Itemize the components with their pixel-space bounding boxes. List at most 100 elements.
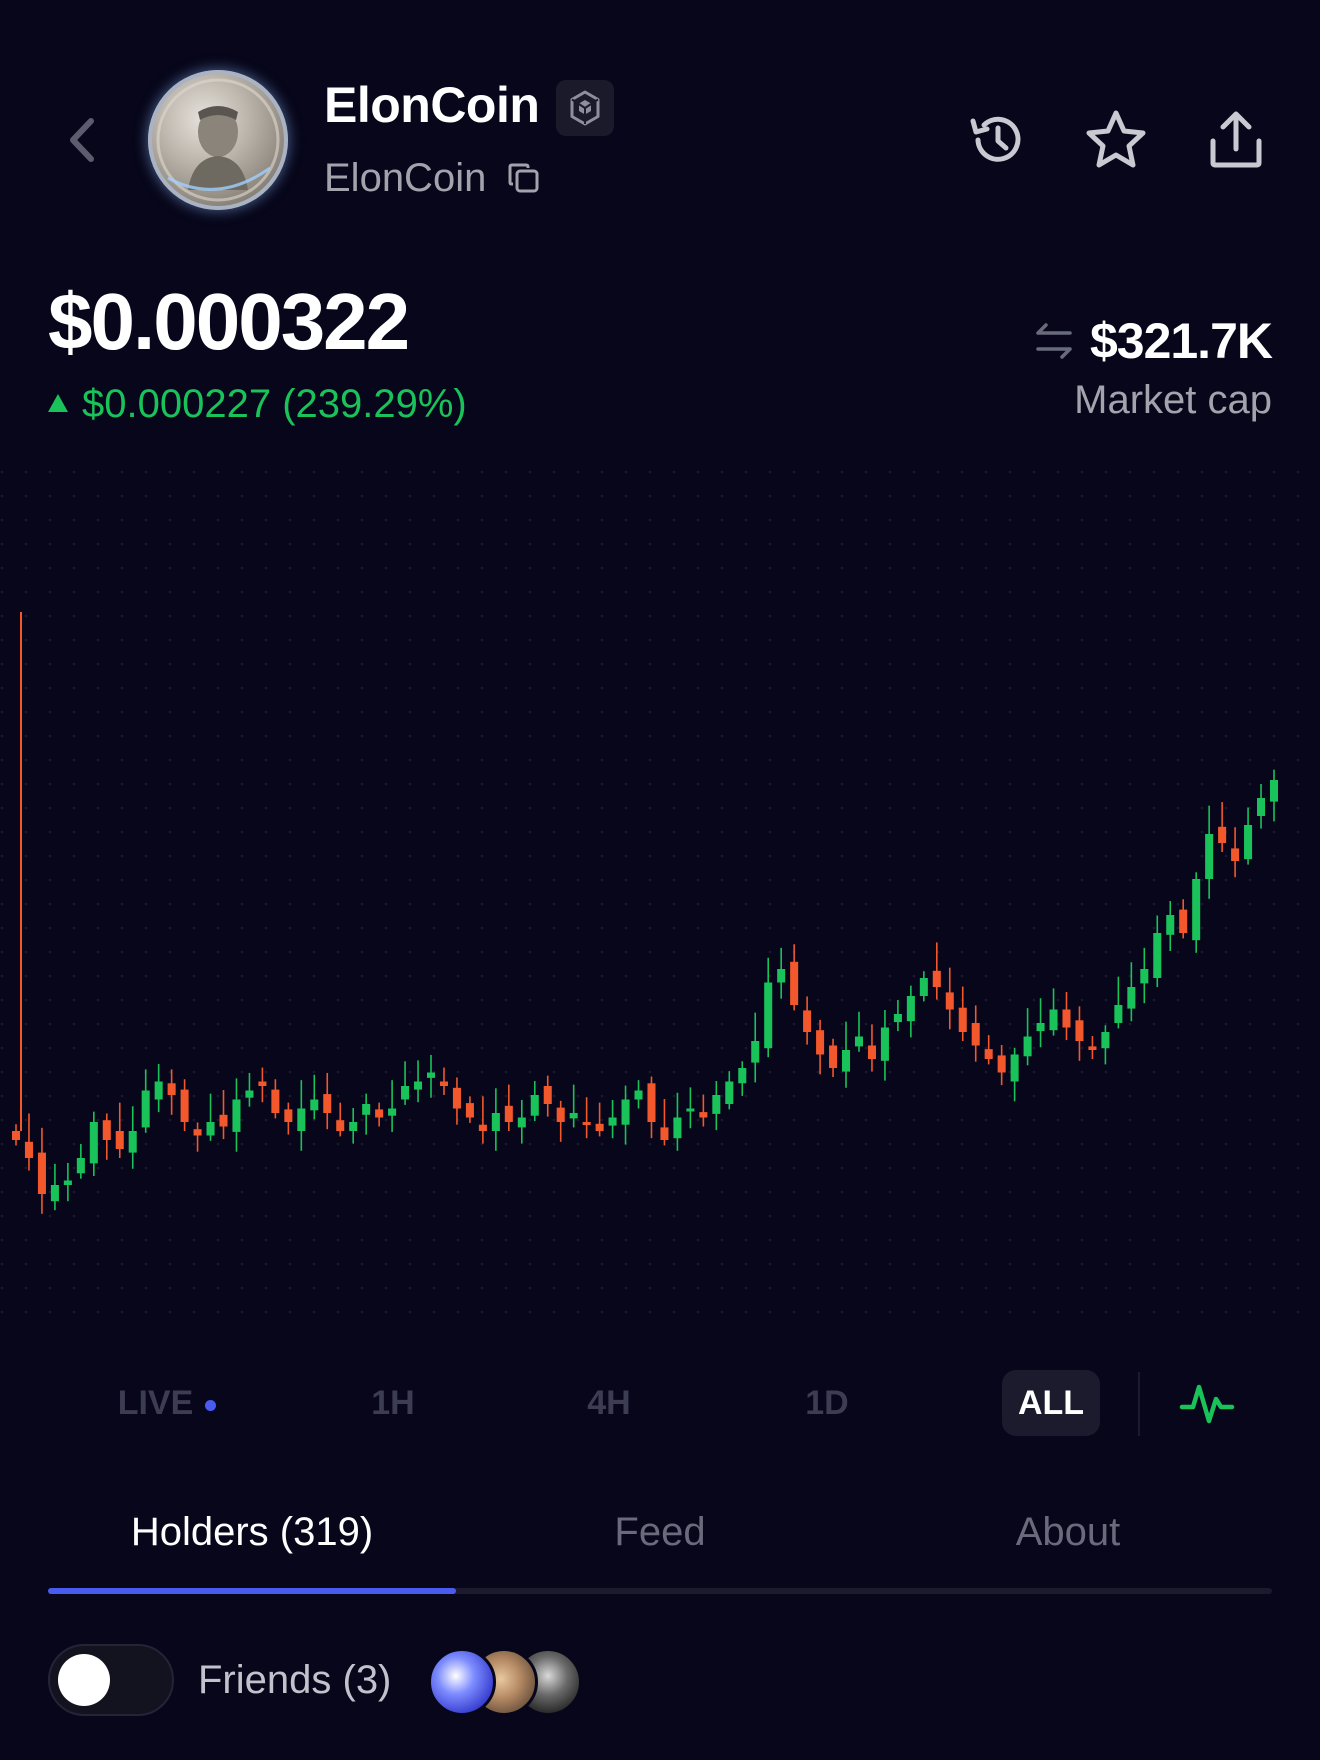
back-button[interactable] [60,110,104,170]
candle-up [1010,1054,1019,1082]
candle-up [206,1122,215,1136]
current-price: $0.000322 [48,277,410,366]
candle-down [699,1112,708,1118]
candle-down [1218,826,1227,843]
token-avatar [148,70,288,210]
star-icon [1086,110,1146,168]
candle-down [997,1055,1006,1073]
copy-icon [508,163,539,193]
tab-active-indicator [48,1588,456,1594]
range-4h[interactable]: 4H [564,1370,654,1436]
candle-down [11,1131,21,1140]
candle-down [284,1109,293,1122]
candle-up [517,1117,526,1128]
candle-down [452,1087,461,1109]
candle-up [1036,1023,1045,1032]
candle-down [556,1107,565,1122]
candle-up [1257,798,1266,816]
candle-down [1179,909,1188,933]
range-1h[interactable]: 1H [348,1370,438,1436]
range-1d[interactable]: 1D [782,1370,872,1436]
candle-up [777,969,786,983]
share-icon [1210,111,1262,168]
candle-up [426,1072,436,1078]
candle-down [478,1124,487,1131]
candle-down [543,1086,552,1104]
candle-down [102,1120,111,1140]
candle-up [1153,933,1162,978]
coin-portrait-image [156,78,280,202]
candle-up [232,1099,241,1132]
token-name: ElonCoin [324,77,540,133]
candle-down [1062,1009,1071,1028]
candle-down [439,1081,448,1086]
candle-down [932,970,941,987]
tab-holders[interactable]: Holders (319) [48,1510,456,1555]
candle-up [764,982,773,1049]
candle-up [621,1099,630,1125]
candle-up [608,1117,617,1126]
candle-up [725,1081,734,1104]
candle-down [984,1049,993,1059]
candle-up [349,1122,358,1131]
candle-up [245,1090,254,1098]
time-range-selector: LIVE 1H 4H 1D ALL [48,1370,1272,1442]
favorite-button[interactable] [1080,104,1152,176]
candle-down [958,1007,967,1032]
candle-up [401,1086,410,1100]
candle-up [1244,825,1253,860]
tab-feed[interactable]: Feed [456,1510,864,1555]
candle-up [634,1090,643,1100]
range-live[interactable]: LIVE [92,1370,242,1436]
candle-down [971,1023,980,1046]
candle-down [504,1105,513,1122]
candle-up [1166,915,1175,935]
candle-up [76,1158,85,1174]
candle-up [569,1113,578,1119]
candle-up [1127,987,1136,1009]
candle-up [89,1122,98,1164]
history-button[interactable] [960,104,1032,176]
candle-up [738,1068,747,1084]
candle-down [336,1120,345,1131]
candle-up [842,1050,851,1072]
share-button[interactable] [1200,104,1272,176]
range-all[interactable]: ALL [1002,1370,1100,1436]
candle-up [919,978,928,996]
candle-up [1192,879,1201,941]
candle-up [1205,834,1214,879]
range-divider [1138,1372,1140,1436]
candle-up [751,1041,760,1063]
copy-button[interactable] [506,160,542,196]
candle-up [530,1095,539,1116]
candle-down [193,1129,202,1136]
price-chart[interactable] [0,470,1320,1330]
chart-grid [0,470,1320,1330]
friend-avatar[interactable] [428,1648,496,1716]
candle-up [414,1081,423,1090]
swap-arrows-icon [1036,323,1072,359]
up-triangle-icon [48,393,68,412]
candle-down [582,1122,591,1125]
candle-up [1049,1009,1058,1031]
candle-up [491,1113,500,1131]
candle-up [297,1108,306,1131]
candle-up [712,1095,721,1114]
candle-up [854,1036,864,1047]
market-cap-value-row: $321.7K [1032,312,1273,370]
candle-down [24,1141,33,1158]
candle-down [595,1123,604,1131]
chart-type-toggle[interactable] [1176,1372,1238,1434]
line-chart-icon [1179,1384,1235,1424]
friends-toggle[interactable] [48,1644,174,1716]
candle-down [829,1045,838,1068]
tab-about[interactable]: About [864,1510,1272,1555]
candle-up [686,1108,695,1112]
candle-down [867,1045,876,1059]
candle-down [1088,1046,1097,1050]
candle-up [1269,780,1279,802]
history-icon [970,116,1021,162]
candle-up [50,1185,59,1202]
candle-down [323,1094,332,1113]
candle-up [673,1117,682,1139]
